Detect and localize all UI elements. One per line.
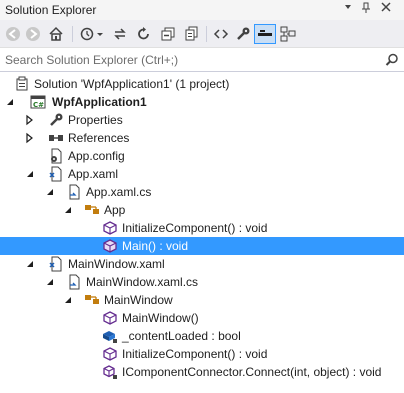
tree-item-label: Solution 'WpfApplication1' (1 project) bbox=[34, 77, 230, 91]
tree-item-label: App bbox=[104, 203, 126, 217]
title-bar: Solution Explorer bbox=[0, 0, 404, 20]
collapsed-arrow-icon[interactable] bbox=[24, 132, 36, 144]
refresh-icon[interactable] bbox=[134, 24, 154, 44]
sync-icon[interactable] bbox=[110, 24, 130, 44]
tree-item-mainwindow-xaml[interactable]: MainWindow.xaml bbox=[0, 255, 404, 273]
tree-item-label: IComponentConnector.Connect(int, object)… bbox=[122, 365, 382, 379]
tree-item-label: MainWindow.xaml bbox=[68, 257, 165, 271]
private-method-icon bbox=[102, 364, 118, 380]
tree-item-label: MainWindow() bbox=[122, 311, 199, 325]
tree-item-solution[interactable]: Solution 'WpfApplication1' (1 project) bbox=[0, 75, 404, 93]
private-field-icon bbox=[102, 328, 118, 344]
tree-item-label: App.xaml bbox=[68, 167, 119, 181]
tree-item-label: App.xaml.cs bbox=[86, 185, 152, 199]
pin-icon[interactable] bbox=[358, 2, 374, 18]
preview-selected-icon[interactable] bbox=[254, 24, 276, 44]
tree-item-project[interactable]: C# WpfApplication1 bbox=[0, 93, 404, 111]
back-icon[interactable] bbox=[4, 24, 22, 44]
method-icon bbox=[102, 238, 118, 254]
tree-item-app-xaml-cs[interactable]: App.xaml.cs bbox=[0, 183, 404, 201]
tree-item-label: Main() : void bbox=[122, 239, 189, 253]
tree-item-label: MainWindow.xaml.cs bbox=[86, 275, 199, 289]
search-box[interactable]: Search Solution Explorer (Ctrl+;) bbox=[0, 49, 404, 72]
class-icon bbox=[84, 202, 100, 218]
view-code-icon[interactable] bbox=[211, 24, 231, 44]
tree-item-properties[interactable]: Properties bbox=[0, 111, 404, 129]
class-icon bbox=[84, 292, 100, 308]
properties-icon[interactable] bbox=[233, 24, 253, 44]
tree-item-app-config[interactable]: App.config bbox=[0, 147, 404, 165]
expanded-arrow-icon[interactable] bbox=[24, 168, 36, 180]
tree-item-method[interactable]: InitializeComponent() : void bbox=[0, 219, 404, 237]
svg-text:C#: C# bbox=[33, 101, 44, 109]
method-icon bbox=[102, 220, 118, 236]
tree-item-method[interactable]: MainWindow() bbox=[0, 309, 404, 327]
solution-icon bbox=[14, 76, 30, 92]
tree-item-mainwindow-xaml-cs[interactable]: MainWindow.xaml.cs bbox=[0, 273, 404, 291]
tree-item-app-class[interactable]: App bbox=[0, 201, 404, 219]
references-icon bbox=[48, 130, 64, 146]
expanded-arrow-icon[interactable] bbox=[24, 258, 36, 270]
tree-item-field[interactable]: _contentLoaded : bool bbox=[0, 327, 404, 345]
expanded-arrow-icon[interactable] bbox=[44, 276, 56, 288]
class-diagram-icon[interactable] bbox=[278, 24, 298, 44]
search-icon[interactable] bbox=[385, 53, 399, 70]
tree-item-main-selected[interactable]: Main() : void bbox=[0, 237, 404, 255]
tree-item-label: References bbox=[68, 131, 130, 145]
tree-item-references[interactable]: References bbox=[0, 129, 404, 147]
home-icon[interactable] bbox=[46, 24, 66, 44]
collapse-all-icon[interactable] bbox=[158, 24, 178, 44]
forward-icon[interactable] bbox=[24, 24, 42, 44]
method-icon bbox=[102, 346, 118, 362]
expanded-arrow-icon[interactable] bbox=[62, 204, 74, 216]
xaml-file-icon bbox=[48, 166, 64, 182]
dropdown-arrow-icon[interactable] bbox=[340, 2, 356, 18]
tree-item-label: InitializeComponent() : void bbox=[122, 347, 268, 361]
collapsed-arrow-icon[interactable] bbox=[24, 114, 36, 126]
history-icon[interactable] bbox=[78, 24, 106, 44]
tree-item-method[interactable]: InitializeComponent() : void bbox=[0, 345, 404, 363]
toolbar-separator bbox=[72, 26, 73, 42]
tree-item-label: MainWindow bbox=[104, 293, 173, 307]
search-input[interactable]: Search Solution Explorer (Ctrl+;) bbox=[5, 53, 178, 67]
tree-item-label: InitializeComponent() : void bbox=[122, 221, 268, 235]
xaml-file-icon bbox=[48, 256, 64, 272]
tree-item-label: WpfApplication1 bbox=[52, 95, 147, 109]
expanded-arrow-icon[interactable] bbox=[62, 294, 74, 306]
csharp-project-icon: C# bbox=[30, 94, 46, 110]
expanded-arrow-icon[interactable] bbox=[44, 186, 56, 198]
csharp-file-icon bbox=[66, 274, 82, 290]
toolbar-separator bbox=[206, 26, 207, 42]
tree-item-method[interactable]: IComponentConnector.Connect(int, object)… bbox=[0, 363, 404, 381]
method-icon bbox=[102, 310, 118, 326]
tree-item-app-xaml[interactable]: App.xaml bbox=[0, 165, 404, 183]
csharp-file-icon bbox=[66, 184, 82, 200]
config-file-icon bbox=[48, 148, 64, 164]
tree-item-mainwindow-class[interactable]: MainWindow bbox=[0, 291, 404, 309]
expanded-arrow-icon[interactable] bbox=[4, 96, 16, 108]
close-icon[interactable] bbox=[378, 2, 394, 18]
toolbar bbox=[0, 20, 404, 48]
tree-item-label: Properties bbox=[68, 113, 123, 127]
tree-item-label: App.config bbox=[68, 149, 125, 163]
window-title: Solution Explorer bbox=[5, 3, 97, 17]
wrench-icon bbox=[48, 112, 64, 128]
tree-item-label: _contentLoaded : bool bbox=[122, 329, 241, 343]
show-all-files-icon[interactable] bbox=[182, 24, 202, 44]
